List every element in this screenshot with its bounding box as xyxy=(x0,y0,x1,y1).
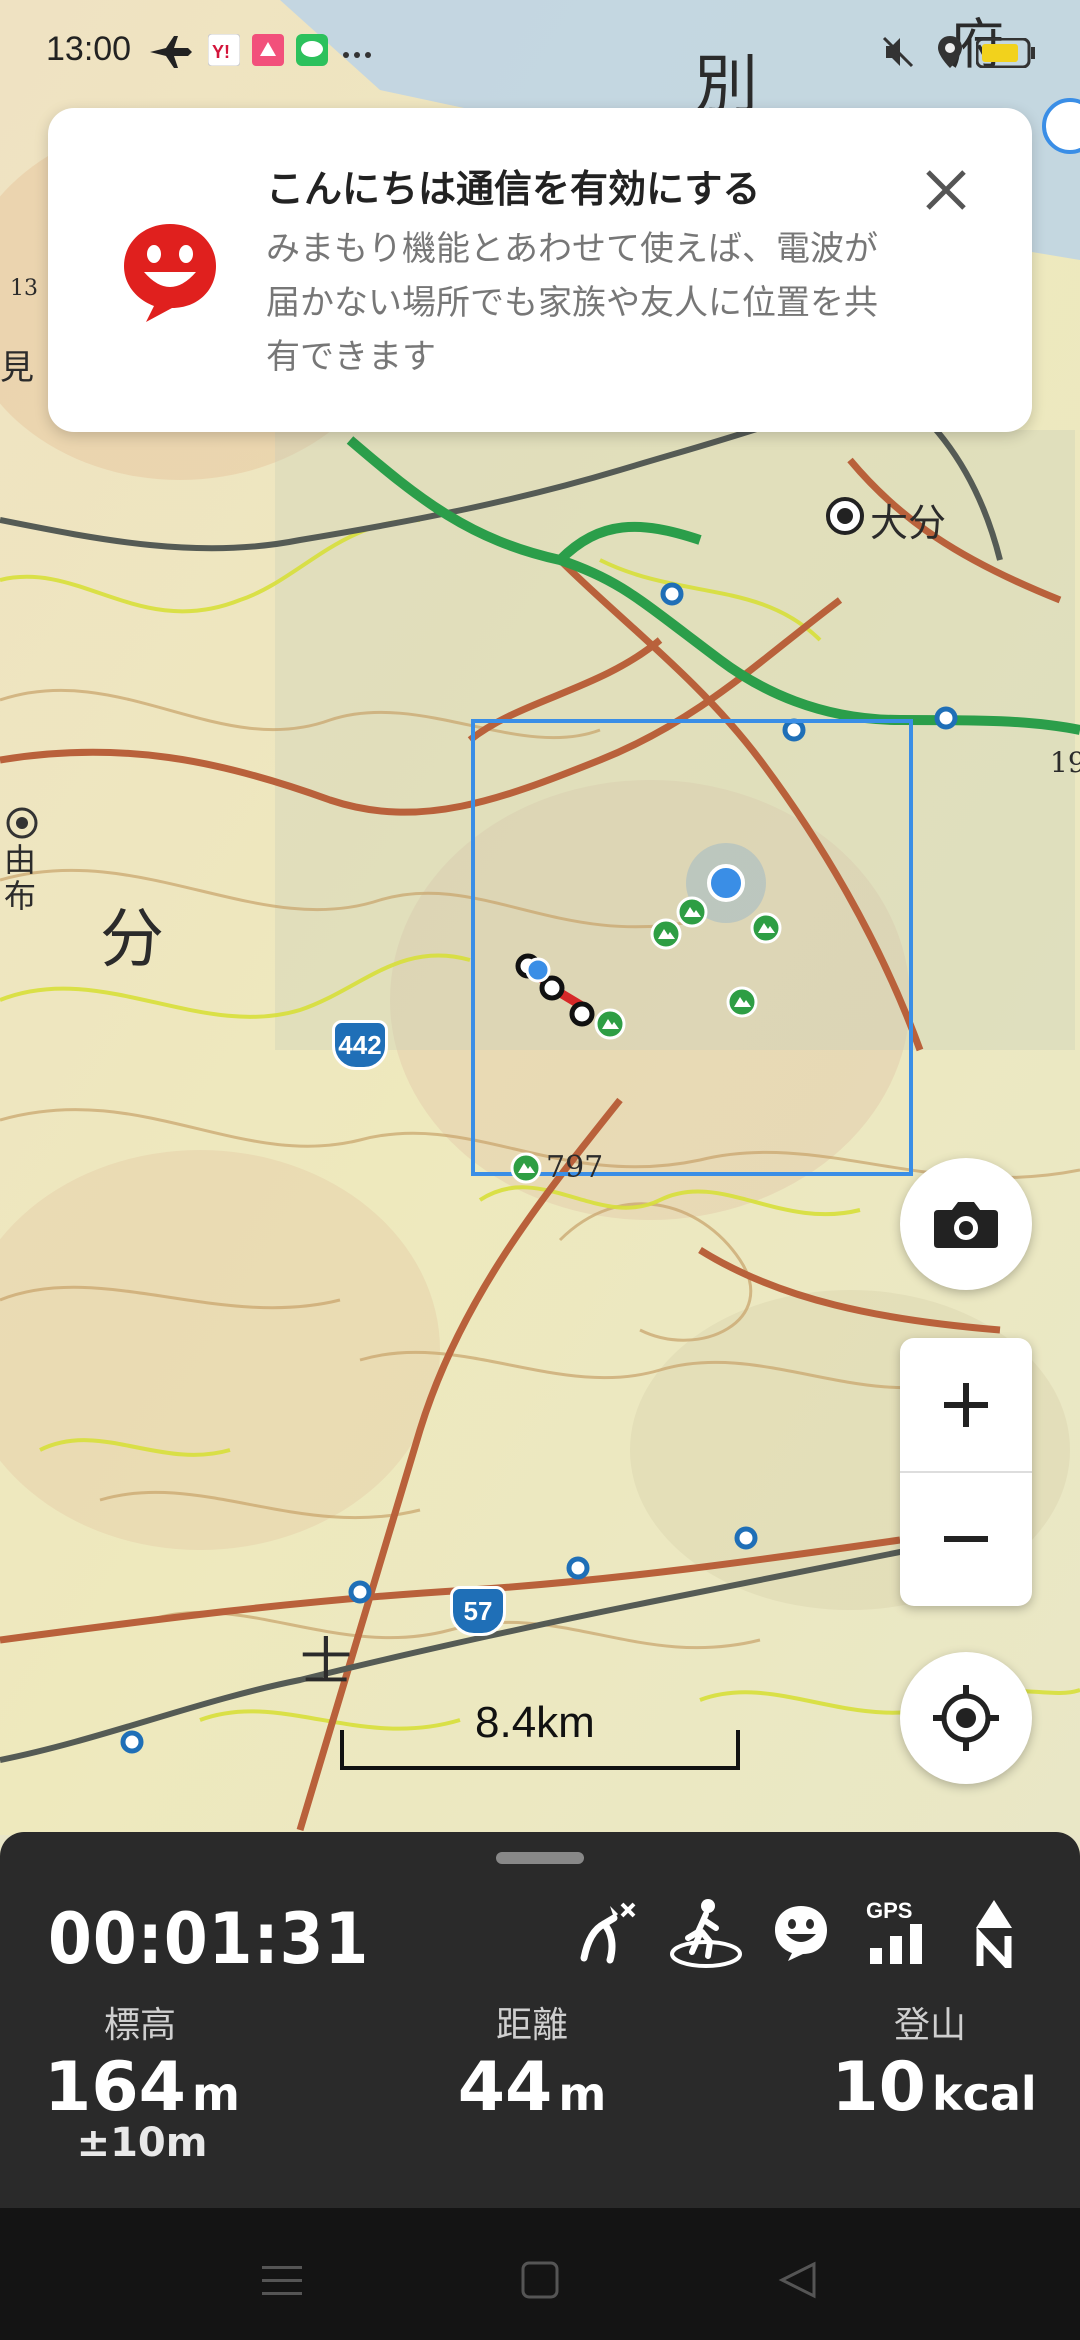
map-label-mi: 見 xyxy=(0,348,34,388)
zoom-in-button[interactable] xyxy=(900,1338,1032,1471)
svg-text:Y!: Y! xyxy=(212,42,230,62)
stat-label-distance: 距離 xyxy=(495,2005,568,2046)
stat-value-distance: 44 m xyxy=(382,2048,682,2127)
mute-icon xyxy=(880,34,916,74)
drag-handle[interactable] xyxy=(496,1852,584,1864)
close-button[interactable] xyxy=(910,154,982,226)
map-label-19: 19 xyxy=(1050,746,1080,779)
system-nav-bar xyxy=(0,2208,1080,2340)
zoom-out-button[interactable] xyxy=(900,1473,1032,1606)
route-shield-442: 442 xyxy=(332,1020,388,1070)
map-label-yufu: 由布 xyxy=(4,841,37,915)
altitude-unit: m xyxy=(192,2067,240,2121)
map-label-bun: 分 xyxy=(100,903,164,977)
stat-label-calories: 登山 xyxy=(893,2005,966,2046)
walking-person-icon[interactable] xyxy=(668,1898,744,1972)
plus-icon xyxy=(944,1382,988,1427)
close-icon xyxy=(926,170,966,210)
yahoo-icon: Y! xyxy=(207,33,241,70)
camera-button[interactable] xyxy=(900,1158,1032,1290)
stat-value-calories: 10 kcal xyxy=(784,2048,1080,2127)
north-arrow-icon[interactable] xyxy=(972,1898,1016,1975)
line-icon xyxy=(296,34,328,70)
camera-icon xyxy=(934,1202,998,1248)
route-off-icon[interactable] xyxy=(574,1898,640,1968)
current-location-dot xyxy=(707,864,745,902)
station-symbol-oita xyxy=(826,497,864,535)
map-label-elevation: 797 xyxy=(546,1150,604,1185)
more-icon xyxy=(342,44,372,63)
stat-value-altitude: 164 m xyxy=(0,2048,292,2127)
notice-title: こんにちは通信を有効にする xyxy=(266,167,761,211)
map-label-oita: 大分 xyxy=(870,501,947,545)
app-icon xyxy=(252,34,284,70)
nav-menu-button[interactable] xyxy=(252,2250,312,2310)
status-time: 13:00 xyxy=(46,30,132,68)
activity-panel[interactable]: 00:01:31 GPS 標高 164 m ±10m 距離 44 m 登山 10… xyxy=(0,1832,1080,2208)
location-icon xyxy=(936,34,964,74)
elapsed-time: 00:01:31 xyxy=(48,1898,370,1980)
back-triangle-icon xyxy=(778,2261,816,2299)
route-shield-57: 57 xyxy=(450,1586,506,1636)
svg-text:GPS: GPS xyxy=(866,1898,912,1923)
distance-value: 44 xyxy=(457,2048,553,2127)
notice-body: みまもり機能とあわせて使えば、電波が届かない場所でも家族や友人に位置を共有できま… xyxy=(266,229,878,377)
minus-icon xyxy=(944,1536,988,1543)
nav-back-button[interactable] xyxy=(768,2250,828,2310)
map-scale-bar xyxy=(340,1730,740,1770)
status-bar: 13:00 Y! xyxy=(0,0,1080,100)
nav-home-button[interactable] xyxy=(510,2250,570,2310)
home-square-icon xyxy=(521,2261,559,2299)
menu-icon xyxy=(262,2266,302,2295)
airplane-icon xyxy=(148,34,192,74)
konnichiwa-mascot-icon xyxy=(120,220,220,328)
calories-value: 10 xyxy=(831,2048,926,2127)
calories-unit: kcal xyxy=(931,2067,1037,2121)
distance-unit: m xyxy=(558,2067,607,2121)
altitude-accuracy: ±10m xyxy=(76,2120,208,2166)
map-label-shi: 士 xyxy=(300,1633,353,1693)
konnichiwa-notice-card[interactable]: こんにちは通信を有効にする みまもり機能とあわせて使えば、電波が届かない場所でも… xyxy=(48,108,1032,432)
battery-icon xyxy=(975,37,1036,72)
konnichiwa-icon[interactable] xyxy=(772,1904,830,1966)
gps-signal-icon[interactable]: GPS xyxy=(864,1898,932,1970)
map-label-13: 13 xyxy=(10,276,38,301)
crosshair-icon xyxy=(933,1685,999,1751)
locate-button[interactable] xyxy=(900,1652,1032,1784)
zoom-control xyxy=(900,1338,1032,1606)
altitude-value: 164 xyxy=(44,2048,186,2127)
stat-label-altitude: 標高 xyxy=(103,2005,176,2046)
